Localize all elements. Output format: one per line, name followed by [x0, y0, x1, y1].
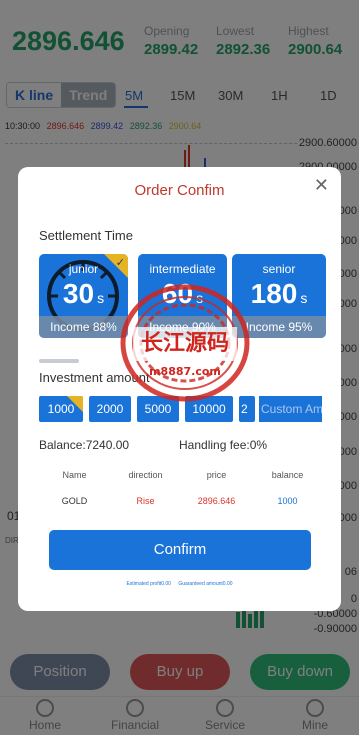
balance-text: Balance:7240.00 — [39, 438, 130, 452]
card-name: senior — [262, 262, 296, 276]
confirm-button[interactable]: Confirm — [49, 530, 311, 570]
header-balance: balance — [271, 470, 304, 480]
table-row: GOLD Rise 2896.646 1000 — [39, 494, 323, 520]
close-icon[interactable]: ✕ — [314, 175, 329, 196]
guaranteed-amount: Guaranteed amount0.00 — [178, 581, 233, 587]
cell-name: GOLD — [61, 496, 88, 506]
header-direction: direction — [128, 470, 163, 480]
watermark-url: m8887.com — [149, 365, 221, 378]
amount-label: 2 — [241, 402, 248, 416]
cell-price: 2896.646 — [197, 496, 236, 506]
slide-indicator — [39, 359, 79, 363]
watermark-cn: 长江源码 — [141, 331, 229, 356]
amount-option-1000[interactable]: 1000 — [39, 396, 83, 422]
estimated-profit: Estimated profit0.00 — [126, 581, 171, 587]
card-unit: s — [300, 290, 308, 306]
order-summary-table: Name direction price balance GOLD Rise 2… — [39, 468, 323, 520]
table-header-row: Name direction price balance — [39, 468, 323, 494]
selected-corner — [67, 396, 83, 412]
cell-balance: 1000 — [277, 496, 298, 506]
header-name: Name — [62, 470, 87, 480]
header-price: price — [206, 470, 227, 480]
card-number: 30 — [62, 278, 95, 309]
check-icon: ✓ — [115, 257, 125, 269]
handling-fee-text: Handling fee:0% — [179, 438, 268, 452]
profit-footnote: Estimated profit0.00 Guaranteed amount0.… — [18, 581, 341, 587]
card-name: intermediate — [149, 262, 216, 276]
custom-amount-input[interactable] — [259, 396, 322, 422]
cell-direction: Rise — [136, 496, 155, 506]
watermark-stamp: 长江源码 m8887.com — [120, 284, 250, 402]
card-unit: s — [97, 290, 105, 306]
dialog-title: Order Confim — [134, 182, 225, 199]
amount-label: 10000 — [192, 402, 226, 416]
amount-label: 2000 — [96, 402, 124, 416]
settlement-time-label: Settlement Time — [39, 228, 133, 243]
amount-label: 5000 — [144, 402, 172, 416]
